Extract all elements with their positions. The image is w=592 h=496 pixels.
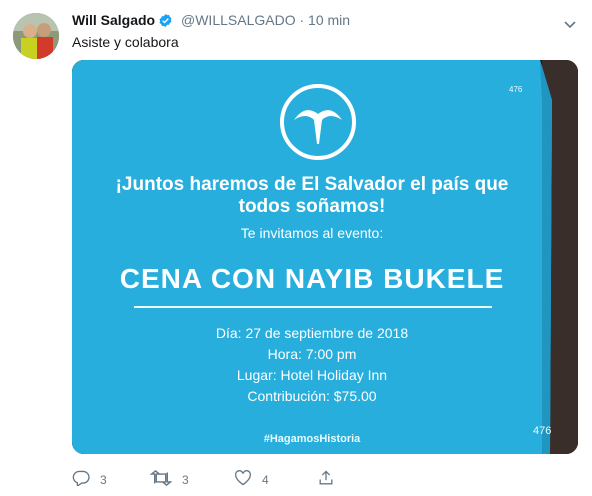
tweet-text: Asiste y colabora bbox=[72, 34, 179, 50]
reply-icon bbox=[72, 470, 90, 489]
tweet-header: Will Salgado @WILLSALGADO · 10 min bbox=[72, 12, 350, 31]
timestamp[interactable]: 10 min bbox=[308, 12, 350, 28]
separator-dot: · bbox=[299, 12, 305, 28]
retweet-button[interactable]: 3 bbox=[149, 470, 189, 489]
card-date: Día: 27 de septiembre de 2018 bbox=[215, 325, 409, 341]
card-tagline-line2: todos soñamos! bbox=[238, 196, 386, 217]
card-divider bbox=[134, 306, 492, 308]
card-number-top: 476 bbox=[509, 85, 523, 94]
card-hour: Hora: 7:00 pm bbox=[267, 346, 357, 362]
card-title: CENA CON NAYIB BUKELE bbox=[119, 263, 505, 294]
reply-button[interactable]: 3 bbox=[72, 470, 107, 489]
avatar-photo bbox=[13, 13, 59, 59]
card-contribution: Contribución: $75.00 bbox=[247, 388, 377, 404]
display-name[interactable]: Will Salgado bbox=[72, 12, 155, 28]
like-button[interactable]: 4 bbox=[234, 470, 269, 489]
handle[interactable]: @WILLSALGADO bbox=[181, 12, 296, 28]
like-icon bbox=[234, 470, 252, 489]
tweet-photo[interactable]: 476 ¡Juntos haremos de El Salvador el pa… bbox=[72, 60, 578, 454]
card-tagline-line1: ¡Juntos haremos de El Salvador el país q… bbox=[115, 174, 509, 195]
card-tagline: ¡Juntos haremos de El Salvador el país q… bbox=[72, 174, 552, 218]
chevron-down-icon[interactable] bbox=[564, 16, 576, 34]
card-hashtag: #HagamosHistoria bbox=[263, 433, 361, 445]
like-count: 4 bbox=[262, 472, 269, 487]
card-invite-text: Te invitamos al evento: bbox=[240, 225, 384, 241]
avatar[interactable] bbox=[13, 13, 59, 59]
share-button[interactable] bbox=[318, 470, 334, 489]
retweet-icon bbox=[149, 470, 173, 489]
verified-badge-icon bbox=[158, 13, 173, 31]
card-place: Lugar: Hotel Holiday Inn bbox=[236, 367, 388, 383]
card-number-bottom: 476 bbox=[533, 425, 552, 437]
retweet-count: 3 bbox=[182, 472, 189, 487]
share-icon bbox=[318, 470, 334, 489]
reply-count: 3 bbox=[100, 472, 107, 487]
